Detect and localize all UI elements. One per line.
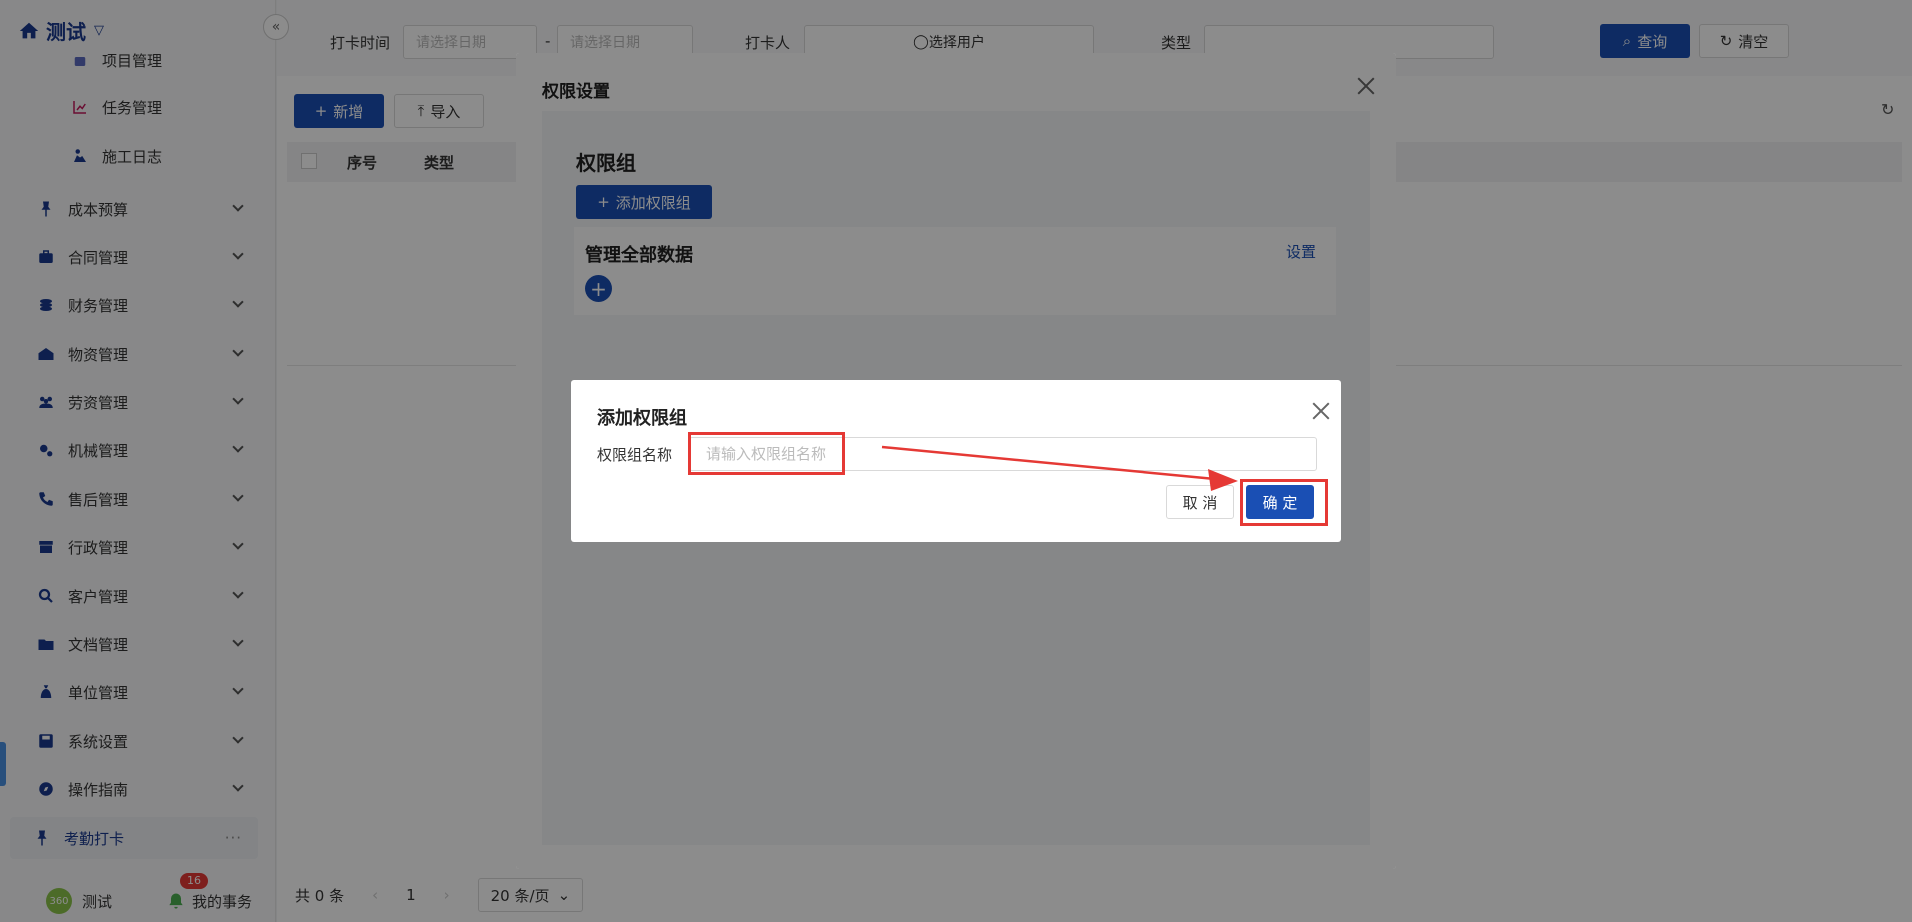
group-name-label: 权限组名称 xyxy=(597,446,673,464)
dialog-title: 添加权限组 xyxy=(597,408,687,429)
close-icon[interactable] xyxy=(1312,402,1330,420)
group-name-input[interactable] xyxy=(689,437,1317,471)
cancel-button[interactable]: 取 消 xyxy=(1166,485,1234,519)
add-group-dialog: 添加权限组 权限组名称 取 消 确 定 xyxy=(571,380,1341,542)
confirm-button[interactable]: 确 定 xyxy=(1246,485,1314,519)
